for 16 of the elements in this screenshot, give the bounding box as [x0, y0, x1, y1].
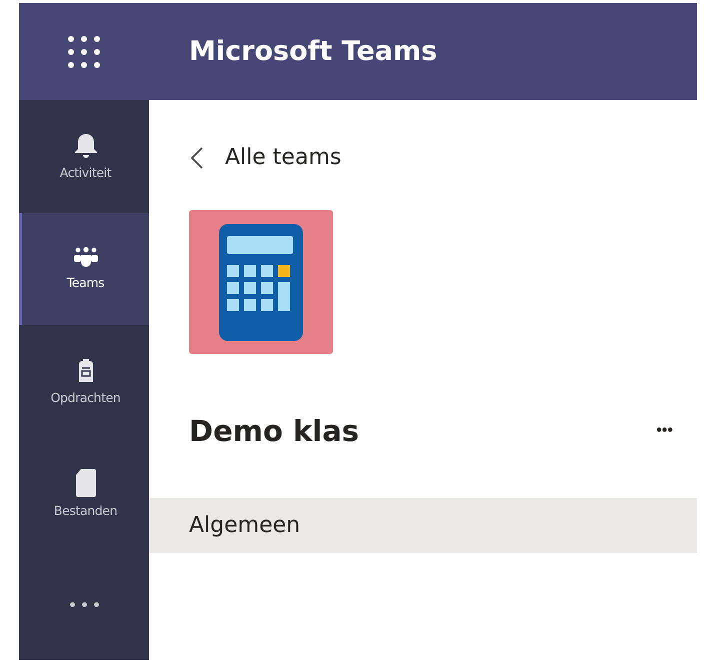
rail-tab[interactable]: Teams: [19, 212, 149, 325]
people-icon: [72, 247, 98, 270]
app-title: Microsoft Teams: [189, 36, 438, 67]
calculator-icon: [189, 210, 333, 354]
chevron-left-icon: [191, 146, 203, 168]
rail-tab[interactable]: Bestanden: [19, 438, 149, 550]
app-grid-icon[interactable]: [68, 36, 100, 68]
more-apps-button[interactable]: •••: [19, 550, 149, 660]
document-icon: [76, 469, 96, 498]
rail-tab[interactable]: Opdrachten: [19, 325, 149, 438]
rail-tab[interactable]: Activiteit: [19, 100, 149, 212]
back-link[interactable]: Alle teams: [191, 145, 342, 170]
channel-item[interactable]: Algemeen: [149, 498, 697, 553]
bell-icon: [74, 132, 96, 159]
team-name: Demo klas: [189, 414, 360, 448]
more-options-button[interactable]: •••: [656, 422, 673, 440]
